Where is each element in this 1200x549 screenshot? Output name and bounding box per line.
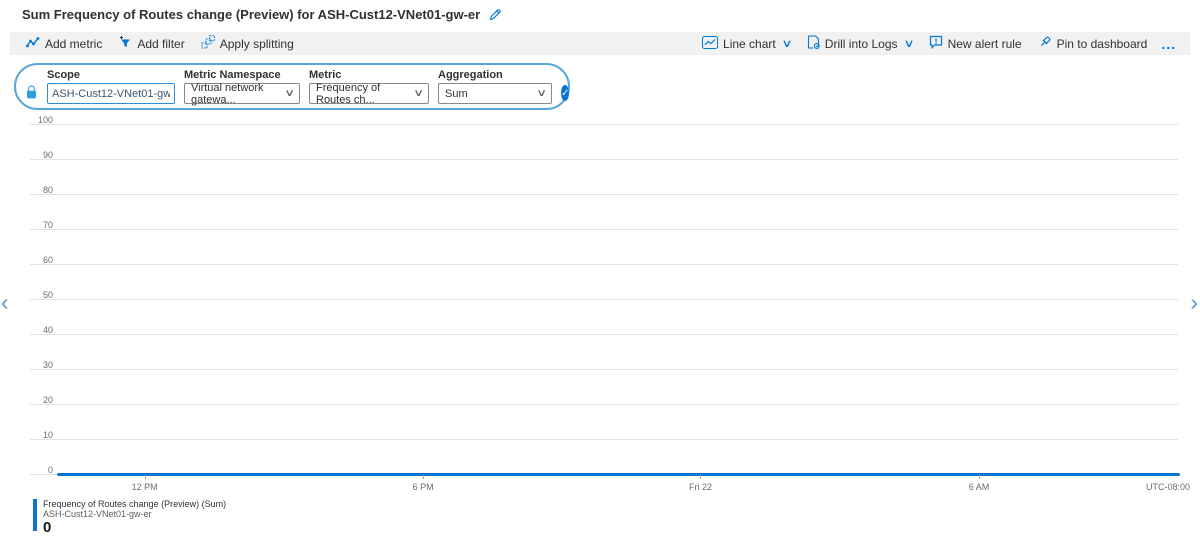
clause-valid-check-icon[interactable]: ✓ <box>561 85 569 101</box>
y-gridline <box>30 404 1178 405</box>
pin-to-dashboard-button[interactable]: Pin to dashboard <box>1030 32 1156 55</box>
new-alert-rule-label: New alert rule <box>948 37 1022 51</box>
y-gridline <box>30 124 1178 125</box>
add-metric-button[interactable]: Add metric <box>18 32 110 55</box>
apply-splitting-icon <box>201 35 215 52</box>
metric-label: Metric <box>309 69 429 81</box>
line-chart-icon <box>702 36 718 52</box>
pin-to-dashboard-label: Pin to dashboard <box>1057 37 1148 51</box>
y-axis-label: 30 <box>13 360 53 370</box>
chevron-down-icon: ∨ <box>413 88 424 99</box>
y-gridline <box>30 334 1178 335</box>
y-axis-label: 10 <box>13 430 53 440</box>
more-options-button[interactable]: ... <box>1155 36 1182 52</box>
lock-icon <box>25 85 38 100</box>
y-axis-label: 100 <box>13 115 53 125</box>
drill-into-logs-dropdown[interactable]: Drill into Logs ∨ <box>799 32 921 55</box>
chart-title-row: Sum Frequency of Routes change (Preview)… <box>22 7 502 22</box>
x-axis-tick <box>145 475 146 479</box>
add-metric-icon <box>26 36 40 52</box>
y-gridline <box>30 369 1178 370</box>
metric-namespace-label: Metric Namespace <box>184 69 300 81</box>
scope-input[interactable] <box>47 83 175 104</box>
chevron-down-icon: ∨ <box>781 37 792 50</box>
metric-namespace-dropdown[interactable]: Virtual network gatewa... ∨ <box>184 83 300 104</box>
edit-title-icon[interactable] <box>488 8 502 22</box>
add-filter-icon <box>118 35 132 52</box>
metric-value: Frequency of Routes ch... <box>316 82 409 106</box>
legend-color-bar <box>33 499 37 531</box>
y-gridline <box>30 194 1178 195</box>
chevron-down-icon: ∨ <box>903 37 914 50</box>
add-filter-label: Add filter <box>137 37 184 51</box>
toolbar-right-group: Line chart ∨ Drill into Logs ∨ <box>694 32 1182 55</box>
legend-series-name: Frequency of Routes change (Preview) (Su… <box>43 499 226 509</box>
y-gridline <box>30 299 1178 300</box>
metric-namespace-value: Virtual network gatewa... <box>191 82 280 106</box>
apply-splitting-label: Apply splitting <box>220 37 294 51</box>
y-axis-label: 90 <box>13 150 53 160</box>
x-axis-label: 6 AM <box>969 482 990 492</box>
y-axis-label: 70 <box>13 220 53 230</box>
metric-dropdown[interactable]: Frequency of Routes ch... ∨ <box>309 83 429 104</box>
legend-item[interactable]: Frequency of Routes change (Preview) (Su… <box>33 499 226 536</box>
y-axis-label: 20 <box>13 395 53 405</box>
apply-splitting-button[interactable]: Apply splitting <box>193 32 302 55</box>
line-chart-dropdown[interactable]: Line chart ∨ <box>694 32 799 55</box>
aggregation-dropdown[interactable]: Sum ∨ <box>438 83 552 104</box>
aggregation-label: Aggregation <box>438 69 552 81</box>
legend-current-value: 0 <box>43 520 226 536</box>
x-axis-label: 12 PM <box>132 482 158 492</box>
y-axis-label: 40 <box>13 325 53 335</box>
metric-clause: Scope Metric Namespace Virtual network g… <box>14 63 570 110</box>
new-alert-rule-icon <box>929 35 943 52</box>
aggregation-field: Aggregation Sum ∨ <box>438 69 552 104</box>
timezone-label: UTC-08:00 <box>1146 482 1190 492</box>
add-metric-label: Add metric <box>45 37 102 51</box>
chevron-down-icon: ∨ <box>284 88 295 99</box>
chart-toolbar: Add metric Add filter <box>10 32 1190 55</box>
legend-texts: Frequency of Routes change (Preview) (Su… <box>43 499 226 536</box>
y-gridline <box>30 229 1178 230</box>
metric-field: Metric Frequency of Routes ch... ∨ <box>309 69 429 104</box>
y-gridline <box>30 159 1178 160</box>
drill-into-logs-icon <box>807 35 820 52</box>
x-axis-label: Fri 22 <box>689 482 712 492</box>
new-alert-rule-button[interactable]: New alert rule <box>921 32 1030 55</box>
metric-namespace-field: Metric Namespace Virtual network gatewa.… <box>184 69 300 104</box>
scope-label: Scope <box>47 69 175 81</box>
scope-field: Scope <box>47 69 175 104</box>
x-axis-tick <box>979 475 980 479</box>
y-axis-label: 80 <box>13 185 53 195</box>
y-gridline <box>30 264 1178 265</box>
y-axis-label: 60 <box>13 255 53 265</box>
legend-resource-name: ASH-Cust12-VNet01-gw-er <box>43 509 226 519</box>
aggregation-value: Sum <box>445 88 468 100</box>
scroll-left-chevron-icon[interactable]: ‹ <box>1 291 9 313</box>
metrics-chart: 100908070605040302010012 PM6 PMFri 226 A… <box>0 115 1200 500</box>
add-filter-button[interactable]: Add filter <box>110 32 192 55</box>
metrics-explorer-page: Sum Frequency of Routes change (Preview)… <box>0 0 1200 549</box>
x-axis-tick <box>700 475 701 479</box>
pin-to-dashboard-icon <box>1038 35 1052 52</box>
y-axis-label: 0 <box>13 465 53 475</box>
series-line <box>57 473 1180 476</box>
y-gridline <box>30 439 1178 440</box>
scroll-right-chevron-icon[interactable]: › <box>1190 291 1198 313</box>
x-axis-tick <box>423 475 424 479</box>
toolbar-left-group: Add metric Add filter <box>18 32 302 55</box>
line-chart-label: Line chart <box>723 37 776 51</box>
page-title: Sum Frequency of Routes change (Preview)… <box>22 7 480 22</box>
y-axis-label: 50 <box>13 290 53 300</box>
drill-into-logs-label: Drill into Logs <box>825 37 898 51</box>
x-axis-label: 6 PM <box>413 482 434 492</box>
chevron-down-icon: ∨ <box>536 88 547 99</box>
